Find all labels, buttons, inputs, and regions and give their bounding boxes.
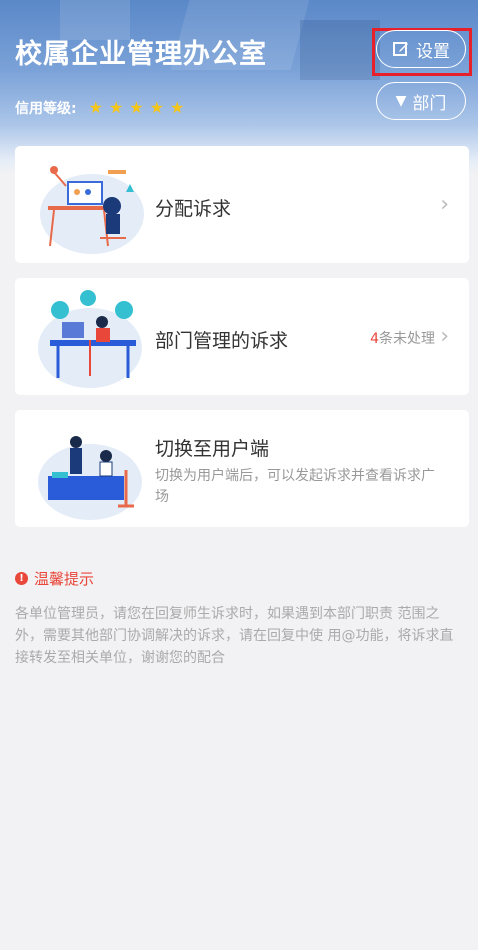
department-label: 部门 [412, 93, 447, 114]
chevron-right-icon: › [440, 192, 449, 217]
settings-button[interactable]: 设置 [376, 30, 466, 68]
pending-count: 4 [370, 331, 379, 347]
star-icon: ★ [88, 98, 103, 117]
edit-icon [393, 42, 408, 56]
switch-user-card[interactable]: 切换至用户端 切换为用户端后，可以发起诉求并查看诉求广场 [15, 410, 469, 527]
chevron-right-icon: › [440, 324, 449, 349]
department-button[interactable]: ▼ 部门 [376, 82, 466, 120]
info-icon: ! [15, 572, 28, 585]
department-illustration [38, 290, 142, 388]
dept-requests-card[interactable]: 部门管理的诉求 4条未处理 › [15, 278, 469, 395]
credit-label: 信用等级: [15, 101, 77, 117]
credit-stars: ★ ★ ★ ★ ★ [89, 100, 185, 116]
pending-text: 条未处理 [379, 331, 435, 347]
card-title: 分配诉求 [155, 198, 232, 220]
credit-rating: 信用等级: ★ ★ ★ ★ ★ [15, 98, 184, 118]
assign-illustration [40, 166, 144, 254]
star-icon: ★ [108, 98, 124, 117]
tip-header: ! 温馨提示 [15, 568, 94, 589]
card-subtitle: 切换为用户端后，可以发起诉求并查看诉求广场 [155, 468, 435, 505]
switch-illustration [38, 436, 142, 520]
page-title: 校属企业管理办公室 [15, 39, 267, 70]
banner-decoration [300, 20, 380, 80]
star-icon: ★ [169, 98, 185, 117]
card-title: 切换至用户端 [155, 438, 270, 460]
tip-title: 温馨提示 [34, 570, 95, 588]
tip-body: 各单位管理员，请您在回复师生诉求时，如果遇到本部门职责 范围之外，需要其他部门协… [15, 606, 454, 666]
card-title: 部门管理的诉求 [155, 330, 289, 352]
pending-count-badge: 4条未处理 [370, 328, 435, 348]
triangle-down-icon: ▼ [395, 93, 407, 109]
assign-requests-card[interactable]: 分配诉求 › [15, 146, 469, 263]
star-icon: ★ [129, 98, 144, 117]
star-icon: ★ [149, 98, 164, 117]
settings-label: 设置 [416, 41, 450, 62]
